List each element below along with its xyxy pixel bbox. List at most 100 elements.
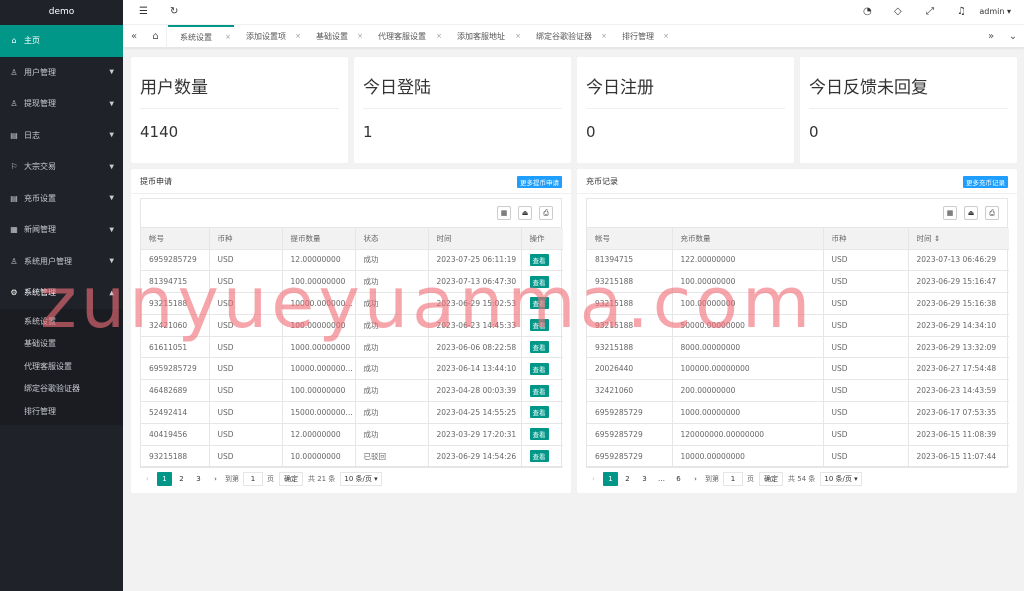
table-cell: 2023-07-13 06:46:29 [908,249,1009,272]
table-cell: 2023-06-29 14:54:26 [428,445,522,468]
chevron-down-icon[interactable]: ⌄ [1002,25,1024,48]
tab-add-setting[interactable]: 添加设置项 × [234,25,304,48]
page-size-select[interactable]: 10 条/页 ▾ [340,472,382,486]
table-row: 93215188 USD 10.00000000 已驳回 2023-06-29 14:5… [141,445,563,468]
tab-add-service-address[interactable]: 添加客服地址 × [445,25,524,48]
sidebar-item-label: 大宗交易 [24,162,56,172]
print-icon[interactable]: ⎙ [539,206,553,220]
table-cell: 6959285729 [587,445,673,468]
refresh-icon[interactable]: ↻ [170,6,178,17]
table-cell: 200.00000000 [672,379,824,403]
tab-home-icon[interactable]: ⌂ [145,25,167,48]
chevron-left-icon[interactable]: ‹ [586,472,601,486]
sidebar-item-logs[interactable]: ▤ 日志 ▼ [0,120,123,152]
column-header: 提币数量 [282,228,356,250]
tab-basic-settings[interactable]: 基础设置 × [304,25,366,48]
app-title: demo [0,0,123,25]
page-button[interactable]: 3 [637,472,652,486]
sidebar-item-withdraw[interactable]: ♙ 提现管理 ▼ [0,88,123,120]
table-toolbar: ▦ ⏏ ⎙ [587,199,1007,228]
view-button[interactable]: 查看 [529,362,549,375]
column-header: 操作 [521,228,563,250]
sidebar-item-trade[interactable]: ⚐ 大宗交易 ▼ [0,151,123,183]
tab-system-settings[interactable]: 系统设置 × [168,25,234,48]
sort-icon[interactable]: ⇕ [934,234,940,243]
tab-agent-service[interactable]: 代理客服设置 × [366,25,445,48]
menu-toggle-icon[interactable]: ☰ [139,6,148,17]
table-cell: 6959285729 [587,423,673,446]
sidebar-item-recharge[interactable]: ▤ 充币设置 ▼ [0,183,123,215]
view-button[interactable]: 查看 [529,428,549,441]
page-button[interactable]: 2 [174,472,189,486]
stat-title: 用户数量 [140,78,208,98]
tabs-scroll-left-icon[interactable]: « [123,25,145,48]
table-row: 40419456 USD 12.00000000 成功 2023-03-29 17:20… [141,423,563,446]
submenu-item[interactable]: 代理客服设置 [0,356,123,379]
close-icon[interactable]: × [225,27,231,48]
total-count: 共 21 条 [308,475,336,483]
table-cell: 2023-06-29 14:34:10 [908,314,1009,337]
export-icon[interactable]: ⏏ [964,206,978,220]
table-cell: 成功 [355,357,429,381]
table-cell: 1000.00000000 [672,401,824,424]
close-icon[interactable]: × [436,25,442,48]
goto-page-input[interactable]: 1 [723,472,743,486]
close-icon[interactable]: × [357,25,363,48]
submenu-item[interactable]: 排行管理 [0,401,123,424]
sidebar-item-users[interactable]: ♙ 用户管理 ▼ [0,57,123,89]
tab-label: 系统设置 [180,33,212,42]
tab-google-auth[interactable]: 绑定谷歌验证器 × [524,25,610,48]
table-cell: 10000.00000000 [672,445,824,468]
table-cell: 2023-04-28 00:03:39 [428,379,522,403]
bell-icon[interactable]: ♫ [957,6,966,17]
news-icon: ▦ [10,225,18,235]
page-button[interactable]: 2 [620,472,635,486]
sidebar-item-news[interactable]: ▦ 新闻管理 ▼ [0,214,123,246]
tag-icon[interactable]: ◇ [894,6,902,17]
page-button[interactable]: 1 [157,472,172,486]
chevron-down-icon: ▼ [109,163,114,171]
table-cell: 2023-04-25 14:55:25 [428,401,522,424]
fullscreen-icon[interactable]: ⤢ [926,6,934,17]
more-withdraw-button[interactable]: 更多提币申请 [517,176,562,188]
goto-page-input[interactable]: 1 [243,472,263,486]
submenu-item[interactable]: 绑定谷歌验证器 [0,378,123,401]
columns-icon[interactable]: ▦ [943,206,957,220]
confirm-button[interactable]: 确定 [759,472,783,486]
close-icon[interactable]: × [601,25,607,48]
columns-icon[interactable]: ▦ [497,206,511,220]
table-header-row: 帐号 充币数量 币种 时间 ⇕ [587,228,1009,250]
column-header-sortable[interactable]: 时间 ⇕ [908,228,1009,250]
chevron-right-icon[interactable]: › [208,472,223,486]
user-menu[interactable]: admin ▾ [979,7,1011,16]
more-recharge-button[interactable]: 更多充币记录 [963,176,1008,188]
chevron-down-icon: ▼ [109,194,114,202]
page-button[interactable]: 6 [671,472,686,486]
table-cell: USD [823,336,909,359]
tabs-scroll-right-icon[interactable]: » [980,25,1002,48]
export-icon[interactable]: ⏏ [518,206,532,220]
chevron-right-icon[interactable]: › [688,472,703,486]
close-icon[interactable]: × [663,25,669,48]
view-button[interactable]: 查看 [529,406,549,419]
tab-ranking[interactable]: 排行管理 × [610,25,672,48]
close-icon[interactable]: × [295,25,301,48]
sidebar-item-label: 充币设置 [24,193,56,203]
theme-icon[interactable]: ◔ [863,6,872,17]
print-icon[interactable]: ⎙ [985,206,999,220]
username: admin [979,7,1005,16]
stat-title: 今日登陆 [363,78,431,98]
sidebar-item-label: 日志 [24,130,40,140]
confirm-button[interactable]: 确定 [279,472,303,486]
table-cell: 20026440 [587,357,673,381]
page-button[interactable]: 3 [191,472,206,486]
page-button[interactable]: 1 [603,472,618,486]
table-cell: USD [823,445,909,468]
action-cell: 查看 [521,423,563,446]
view-button[interactable]: 查看 [529,384,549,397]
view-button[interactable]: 查看 [529,450,549,463]
sidebar-item-home[interactable]: ⌂ 主页 [0,25,123,57]
close-icon[interactable]: × [515,25,521,48]
page-size-select[interactable]: 10 条/页 ▾ [820,472,862,486]
chevron-left-icon[interactable]: ‹ [140,472,155,486]
